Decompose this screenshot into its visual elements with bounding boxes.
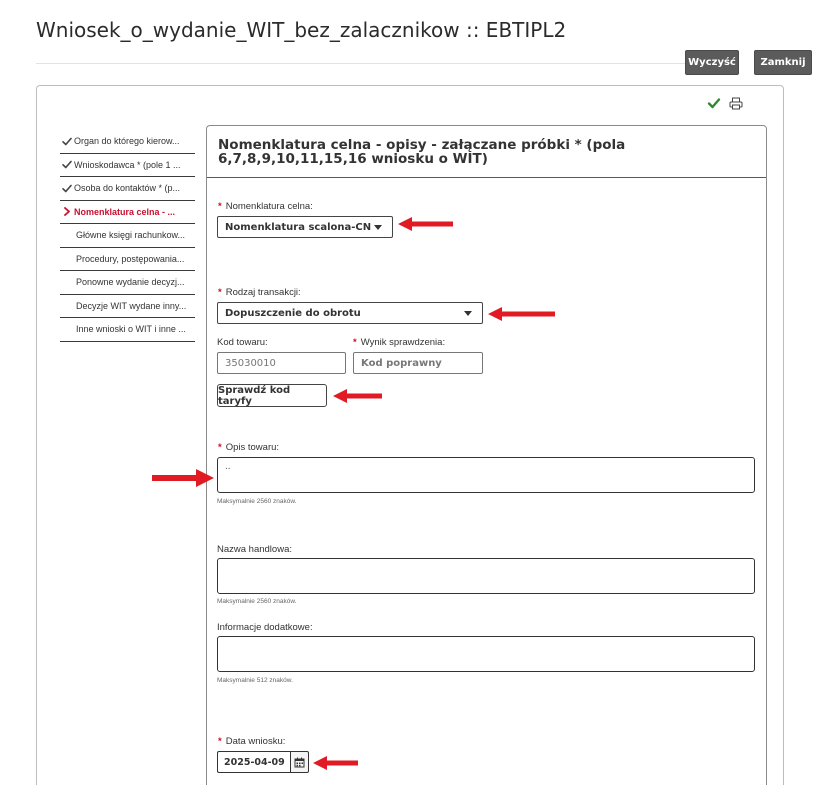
sidebar-item-organ[interactable]: Organ do którego kierow... <box>60 130 195 154</box>
required-marker: * <box>218 442 222 453</box>
header-divider <box>36 63 686 64</box>
sidebar-item-contact[interactable]: Osoba do kontaktów * (p... <box>60 177 195 201</box>
transaction-label: * Rodzaj transakcji: <box>218 287 301 298</box>
section-divider <box>207 177 766 178</box>
additional-info-textarea[interactable] <box>217 636 755 672</box>
annotation-arrow-left-icon <box>398 217 453 231</box>
required-marker: * <box>218 287 222 298</box>
sidebar-item-label: Organ do którego kierow... <box>74 136 180 147</box>
sidebar-item-ledgers[interactable]: Główne księgi rachunkow... <box>60 224 195 248</box>
request-date-input[interactable]: 2025-04-09 <box>217 751 290 773</box>
annotation-arrow-left-icon <box>488 307 555 321</box>
calendar-button[interactable] <box>290 751 309 773</box>
required-marker: * <box>218 201 222 212</box>
sidebar-item-applicant[interactable]: Wnioskodawca * (pole 1 ... <box>60 154 195 177</box>
check-icon <box>707 98 721 109</box>
chevron-down-icon <box>464 311 472 316</box>
additional-info-hint: Maksymalnie 512 znaków. <box>217 677 293 684</box>
annotation-arrow-right-icon <box>152 469 214 487</box>
sidebar-item-nomenclature[interactable]: Nomenklatura celna - ... <box>60 201 195 224</box>
sidebar-nav: Organ do którego kierow... Wnioskodawca … <box>60 130 195 342</box>
print-icon[interactable] <box>729 97 743 110</box>
goods-code-label: Kod towaru: <box>217 337 268 348</box>
description-textarea[interactable]: .. <box>217 457 755 493</box>
check-icon <box>60 137 74 146</box>
required-marker: * <box>218 736 222 747</box>
goods-code-field[interactable]: 35030010 <box>217 352 346 374</box>
required-marker: * <box>353 337 357 348</box>
request-date-label: * Data wniosku: <box>218 736 286 747</box>
trade-name-hint: Maksymalnie 2560 znaków. <box>217 598 297 605</box>
annotation-arrow-left-icon <box>333 389 382 403</box>
sidebar-item-label: Nomenklatura celna - ... <box>74 206 176 217</box>
clear-button[interactable]: Wyczyść <box>685 50 739 75</box>
trade-name-textarea[interactable] <box>217 558 755 594</box>
sidebar-item-procedures[interactable]: Procedury, postępowania... <box>60 248 195 271</box>
calendar-icon <box>294 757 305 767</box>
transaction-select[interactable]: Dopuszczenie do obrotu <box>217 302 483 324</box>
sidebar-item-label: Osoba do kontaktów * (p... <box>74 183 181 194</box>
annotation-arrow-left-icon <box>313 756 358 770</box>
check-icon <box>60 184 74 193</box>
trade-name-label: Nazwa handlowa: <box>217 544 292 555</box>
check-result-label: * Wynik sprawdzenia: <box>353 337 446 348</box>
description-label: * Opis towaru: <box>218 442 280 453</box>
sidebar-item-other-decisions[interactable]: Decyzje WIT wydane inny... <box>60 295 195 318</box>
description-hint: Maksymalnie 2560 znaków. <box>217 498 297 505</box>
sidebar-item-label: Ponowne wydanie decyzj... <box>76 277 185 288</box>
sidebar-item-label: Wnioskodawca * (pole 1 ... <box>74 159 181 170</box>
check-icon <box>60 160 74 169</box>
check-result-field: Kod poprawny <box>353 352 483 374</box>
page-title: Wniosek_o_wydanie_WIT_bez_zalacznikow ::… <box>36 18 567 42</box>
sidebar-item-label: Główne księgi rachunkow... <box>76 230 186 241</box>
chevron-right-icon <box>60 207 74 217</box>
close-button[interactable]: Zamknij <box>754 50 812 75</box>
additional-info-label: Informacje dodatkowe: <box>217 622 313 633</box>
sidebar-item-label: Procedury, postępowania... <box>76 253 185 264</box>
nomenclature-label: * Nomenklatura celna: <box>218 201 313 212</box>
sidebar-item-reissue[interactable]: Ponowne wydanie decyzj... <box>60 271 195 295</box>
section-title: Nomenklatura celna - opisy - załączane p… <box>218 137 626 167</box>
nomenclature-select[interactable]: Nomenklatura scalona-CN <box>217 216 393 238</box>
sidebar-item-other-applications[interactable]: Inne wnioski o WIT i inne ... <box>60 318 195 342</box>
chevron-down-icon <box>374 225 382 230</box>
check-tariff-button[interactable]: Sprawdź kod taryfy <box>217 384 327 407</box>
sidebar-item-label: Inne wnioski o WIT i inne ... <box>76 324 186 335</box>
sidebar-item-label: Decyzje WIT wydane inny... <box>76 300 187 311</box>
